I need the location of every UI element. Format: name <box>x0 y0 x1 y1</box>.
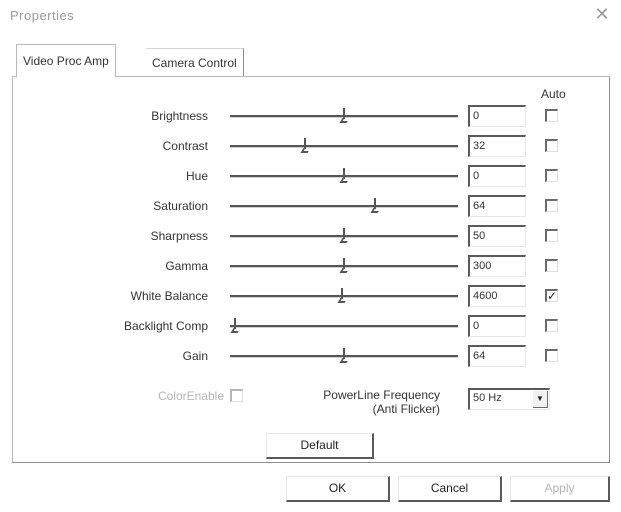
tab-video-proc-amp[interactable]: Video Proc Amp <box>16 44 116 78</box>
slider-thumb[interactable] <box>341 168 347 182</box>
slider-thumb[interactable] <box>341 258 347 272</box>
control-label: Brightness <box>151 109 208 123</box>
color-enable-checkbox[interactable] <box>230 389 243 402</box>
control-label: Sharpness <box>150 229 208 243</box>
auto-checkbox[interactable] <box>545 319 558 332</box>
value-input[interactable]: 4600 <box>468 285 526 307</box>
value-input[interactable]: 64 <box>468 345 526 367</box>
control-label: Gamma <box>165 259 208 273</box>
slider-thumb[interactable] <box>339 288 345 302</box>
powerline-selected-value: 50 Hz <box>473 392 502 404</box>
value-input[interactable]: 0 <box>468 315 526 337</box>
value-input[interactable]: 0 <box>468 105 526 127</box>
slider-thumb[interactable] <box>302 138 308 152</box>
auto-checkbox[interactable] <box>545 199 558 212</box>
slider-thumb[interactable] <box>341 348 347 362</box>
auto-checkbox[interactable] <box>545 349 558 362</box>
apply-button[interactable]: Apply <box>510 476 610 502</box>
auto-checkbox[interactable] <box>545 229 558 242</box>
slider-track[interactable] <box>230 145 458 148</box>
auto-checkbox[interactable]: ✓ <box>545 289 558 302</box>
color-enable-label: ColorEnable <box>157 389 224 403</box>
cancel-button[interactable]: Cancel <box>398 476 502 502</box>
slider-track[interactable] <box>230 325 458 328</box>
control-label: Gain <box>182 349 208 363</box>
chevron-down-icon[interactable]: ▼ <box>533 391 548 408</box>
auto-checkbox[interactable] <box>545 109 558 122</box>
window-title: Properties <box>10 8 75 23</box>
control-label: Contrast <box>162 139 208 153</box>
ok-button[interactable]: OK <box>286 476 390 502</box>
value-input[interactable]: 64 <box>468 195 526 217</box>
close-icon[interactable]: ✕ <box>592 4 612 24</box>
powerline-label-line1: PowerLine Frequency <box>323 388 440 402</box>
title-bar: Properties ✕ <box>0 0 621 34</box>
slider-track[interactable] <box>230 205 458 208</box>
auto-checkbox[interactable] <box>545 259 558 272</box>
value-input[interactable]: 0 <box>468 165 526 187</box>
auto-checkbox[interactable] <box>545 169 558 182</box>
slider-thumb[interactable] <box>341 228 347 242</box>
auto-column-label: Auto <box>541 87 566 101</box>
control-label: Hue <box>185 169 208 183</box>
control-label: Saturation <box>153 199 208 213</box>
tab-camera-control[interactable]: Camera Control <box>146 48 244 76</box>
slider-thumb[interactable] <box>372 198 378 212</box>
control-label: Backlight Comp <box>123 319 208 333</box>
powerline-label-line2: (Anti Flicker) <box>372 402 440 416</box>
default-button[interactable]: Default <box>266 433 374 459</box>
powerline-frequency-label: PowerLine Frequency (Anti Flicker) <box>288 388 440 416</box>
value-input[interactable]: 50 <box>468 225 526 247</box>
value-input[interactable]: 300 <box>468 255 526 277</box>
control-label: White Balance <box>130 289 208 303</box>
value-input[interactable]: 32 <box>468 135 526 157</box>
slider-thumb[interactable] <box>232 318 238 332</box>
auto-checkbox[interactable] <box>545 139 558 152</box>
slider-thumb[interactable] <box>341 108 347 122</box>
powerline-frequency-select[interactable]: 50 Hz ▼ <box>468 388 550 410</box>
